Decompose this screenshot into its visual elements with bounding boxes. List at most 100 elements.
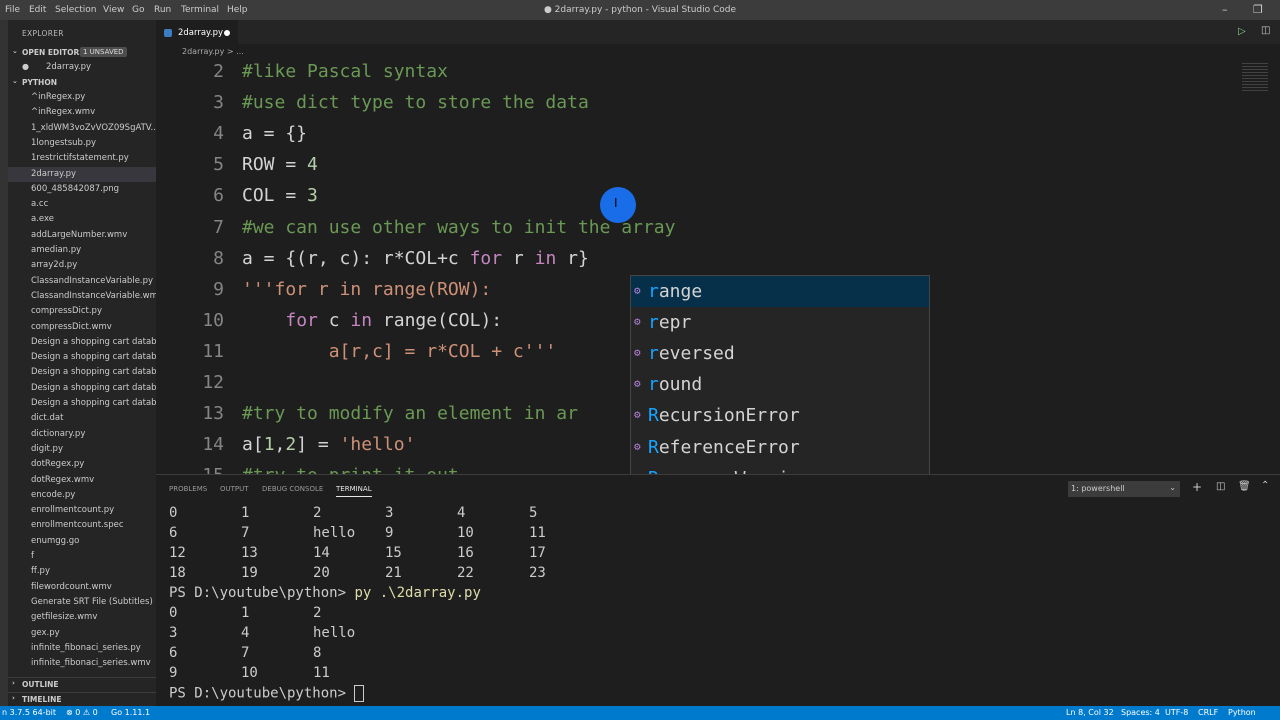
code-line[interactable]: for c in range(COL): xyxy=(242,310,502,331)
code-line[interactable]: ROW = 4 xyxy=(242,154,318,175)
code-line[interactable]: a[r,c] = r*COL + c''' xyxy=(242,341,557,362)
file-item[interactable]: a.cc xyxy=(8,197,156,212)
file-item[interactable]: 1longestsub.py xyxy=(8,136,156,151)
terminal-shell-select[interactable]: 1: powershell ⌄ xyxy=(1068,481,1180,497)
open-editors-section[interactable]: ⌄ OPEN EDITORS 1 UNSAVED xyxy=(8,46,156,60)
file-item[interactable]: addLargeNumber.wmv xyxy=(8,228,156,243)
file-item[interactable]: enrollmentcount.py xyxy=(8,503,156,518)
terminal-prompt[interactable]: PS D:\youtube\python> xyxy=(169,685,365,702)
terminal-value: 8 xyxy=(313,645,322,661)
python-file-icon xyxy=(164,29,172,37)
file-item[interactable]: 1restrictifstatement.py xyxy=(8,151,156,166)
file-item[interactable]: ClassandInstanceVariable.wmv xyxy=(8,289,156,304)
file-item[interactable]: gex.py xyxy=(8,626,156,641)
line-number: 13 xyxy=(202,403,224,425)
file-item[interactable]: 2darray.py xyxy=(8,166,156,182)
file-item[interactable]: ClassandInstanceVariable.py xyxy=(8,274,156,289)
file-item[interactable]: Generate SRT File (Subtitles) ... xyxy=(8,595,156,610)
code-line[interactable]: #use dict type to store the data xyxy=(242,92,589,113)
terminal-value: 5 xyxy=(529,505,538,521)
python-folder-section[interactable]: ⌄ PYTHON xyxy=(8,76,156,90)
file-item[interactable]: dict.dat xyxy=(8,411,156,426)
code-line[interactable]: COL = 3 xyxy=(242,185,318,206)
unsaved-dot-icon[interactable]: ● xyxy=(22,62,29,71)
unsaved-dot-icon[interactable] xyxy=(224,30,230,36)
code-line[interactable]: #try to modify an element in ar xyxy=(242,403,578,424)
outline-section[interactable]: › OUTLINE xyxy=(8,677,156,692)
file-item[interactable]: Design a shopping cart datab... xyxy=(8,381,156,396)
timeline-section[interactable]: › TIMELINE xyxy=(8,692,156,707)
file-item[interactable]: array2d.py xyxy=(8,258,156,273)
file-item[interactable]: 600_485842087.png xyxy=(8,182,156,197)
cursor-position[interactable]: Ln 8, Col 32 xyxy=(1066,708,1114,717)
open-editor-item[interactable]: ● 2darray.py xyxy=(8,60,156,75)
code-line[interactable]: a = {} xyxy=(242,123,307,144)
file-item[interactable]: a.exe xyxy=(8,212,156,227)
file-item[interactable]: Design a shopping cart datab... xyxy=(8,350,156,365)
maximize-icon[interactable]: ❐ xyxy=(1253,3,1263,16)
file-item[interactable]: infinite_fibonaci_series.wmv xyxy=(8,656,156,671)
terminal-value: hello xyxy=(313,525,356,541)
file-item[interactable]: dictionary.py xyxy=(8,427,156,442)
file-item[interactable]: digit.py xyxy=(8,442,156,457)
file-item[interactable]: filewordcount.wmv xyxy=(8,580,156,595)
line-number: 14 xyxy=(202,434,224,456)
terminal-value: 10 xyxy=(241,665,258,681)
file-item[interactable]: getfilesize.wmv xyxy=(8,610,156,625)
file-item[interactable]: Design a shopping cart datab... xyxy=(8,396,156,411)
suggestion-item[interactable]: ⚙ RecursionError xyxy=(631,400,929,431)
code-line[interactable]: a = {(r, c): r*COL+c for r in r} xyxy=(242,248,589,269)
split-editor-icon[interactable]: ◫ xyxy=(1261,25,1270,36)
split-terminal-icon[interactable]: ◫ xyxy=(1216,481,1225,492)
file-item[interactable]: 1_xldWM3voZvVOZ09SgATV... xyxy=(8,121,156,136)
code-line[interactable]: #try to print it out xyxy=(242,465,459,474)
code-line[interactable]: #like Pascal syntax xyxy=(242,61,448,82)
suggestion-item[interactable]: ⚙ reversed xyxy=(631,338,929,369)
file-item[interactable]: dotRegex.wmv xyxy=(8,473,156,488)
suggestion-item[interactable]: ⚙ repr xyxy=(631,307,929,338)
file-item[interactable]: Design a shopping cart datab... xyxy=(8,365,156,380)
line-ending[interactable]: CRLF xyxy=(1198,708,1218,717)
tab-2darray[interactable]: 2darray.py xyxy=(156,20,238,45)
file-item[interactable]: ^inRegex.wmv xyxy=(8,105,156,120)
line-number: 4 xyxy=(213,123,224,145)
window-title: ● 2darray.py - python - Visual Studio Co… xyxy=(543,5,737,15)
terminal-value: 22 xyxy=(457,565,474,581)
file-item[interactable]: compressDict.py xyxy=(8,304,156,319)
file-item[interactable]: f xyxy=(8,549,156,564)
file-item[interactable]: dotRegex.py xyxy=(8,457,156,472)
go-version[interactable]: Go 1.11.1 xyxy=(111,708,150,717)
language-mode[interactable]: Python xyxy=(1228,708,1256,717)
tab-output[interactable]: OUTPUT xyxy=(220,485,249,493)
indentation[interactable]: Spaces: 4 xyxy=(1121,708,1160,717)
tab-problems[interactable]: PROBLEMS xyxy=(169,485,207,493)
code-line[interactable]: '''for r in range(ROW): xyxy=(242,279,491,300)
file-item[interactable]: encode.py xyxy=(8,488,156,503)
run-icon[interactable]: ▷ xyxy=(1238,26,1246,37)
file-item[interactable]: enrollmentcount.spec xyxy=(8,518,156,533)
problems-count[interactable]: ⊗ 0 ⚠ 0 xyxy=(66,708,98,717)
suggestion-item[interactable]: ⚙ range xyxy=(631,276,929,307)
new-terminal-icon[interactable]: + xyxy=(1192,480,1202,494)
python-interpreter[interactable]: n 3.7.5 64-bit xyxy=(2,708,56,717)
file-item[interactable]: ^inRegex.py xyxy=(8,90,156,105)
file-item[interactable]: ff.py xyxy=(8,564,156,579)
title-bar: File Edit Selection View Go Run Terminal Help ●… xyxy=(0,0,1280,20)
code-line[interactable]: a[1,2] = 'hello' xyxy=(242,434,415,455)
tab-terminal[interactable]: TERMINAL xyxy=(336,485,372,497)
minimap[interactable] xyxy=(1236,59,1280,474)
trash-icon[interactable]: 🗑 xyxy=(1238,481,1251,492)
suggestion-item[interactable]: ⚙ round xyxy=(631,369,929,400)
file-item[interactable]: amedian.py xyxy=(8,243,156,258)
terminal-value: 2 xyxy=(313,505,322,521)
tab-debug-console[interactable]: DEBUG CONSOLE xyxy=(262,485,323,493)
file-item[interactable]: Design a shopping cart datab... xyxy=(8,335,156,350)
maximize-panel-icon[interactable]: ⌃ xyxy=(1261,480,1269,491)
suggestion-item[interactable]: ⚙ ReferenceError xyxy=(631,432,929,463)
terminal-value: 14 xyxy=(313,545,330,561)
file-item[interactable]: enumgg.go xyxy=(8,534,156,549)
file-item[interactable]: infinite_fibonaci_series.py xyxy=(8,641,156,656)
minimize-icon[interactable]: – xyxy=(1222,3,1228,16)
file-item[interactable]: compressDict.wmv xyxy=(8,320,156,335)
encoding[interactable]: UTF-8 xyxy=(1165,708,1188,717)
